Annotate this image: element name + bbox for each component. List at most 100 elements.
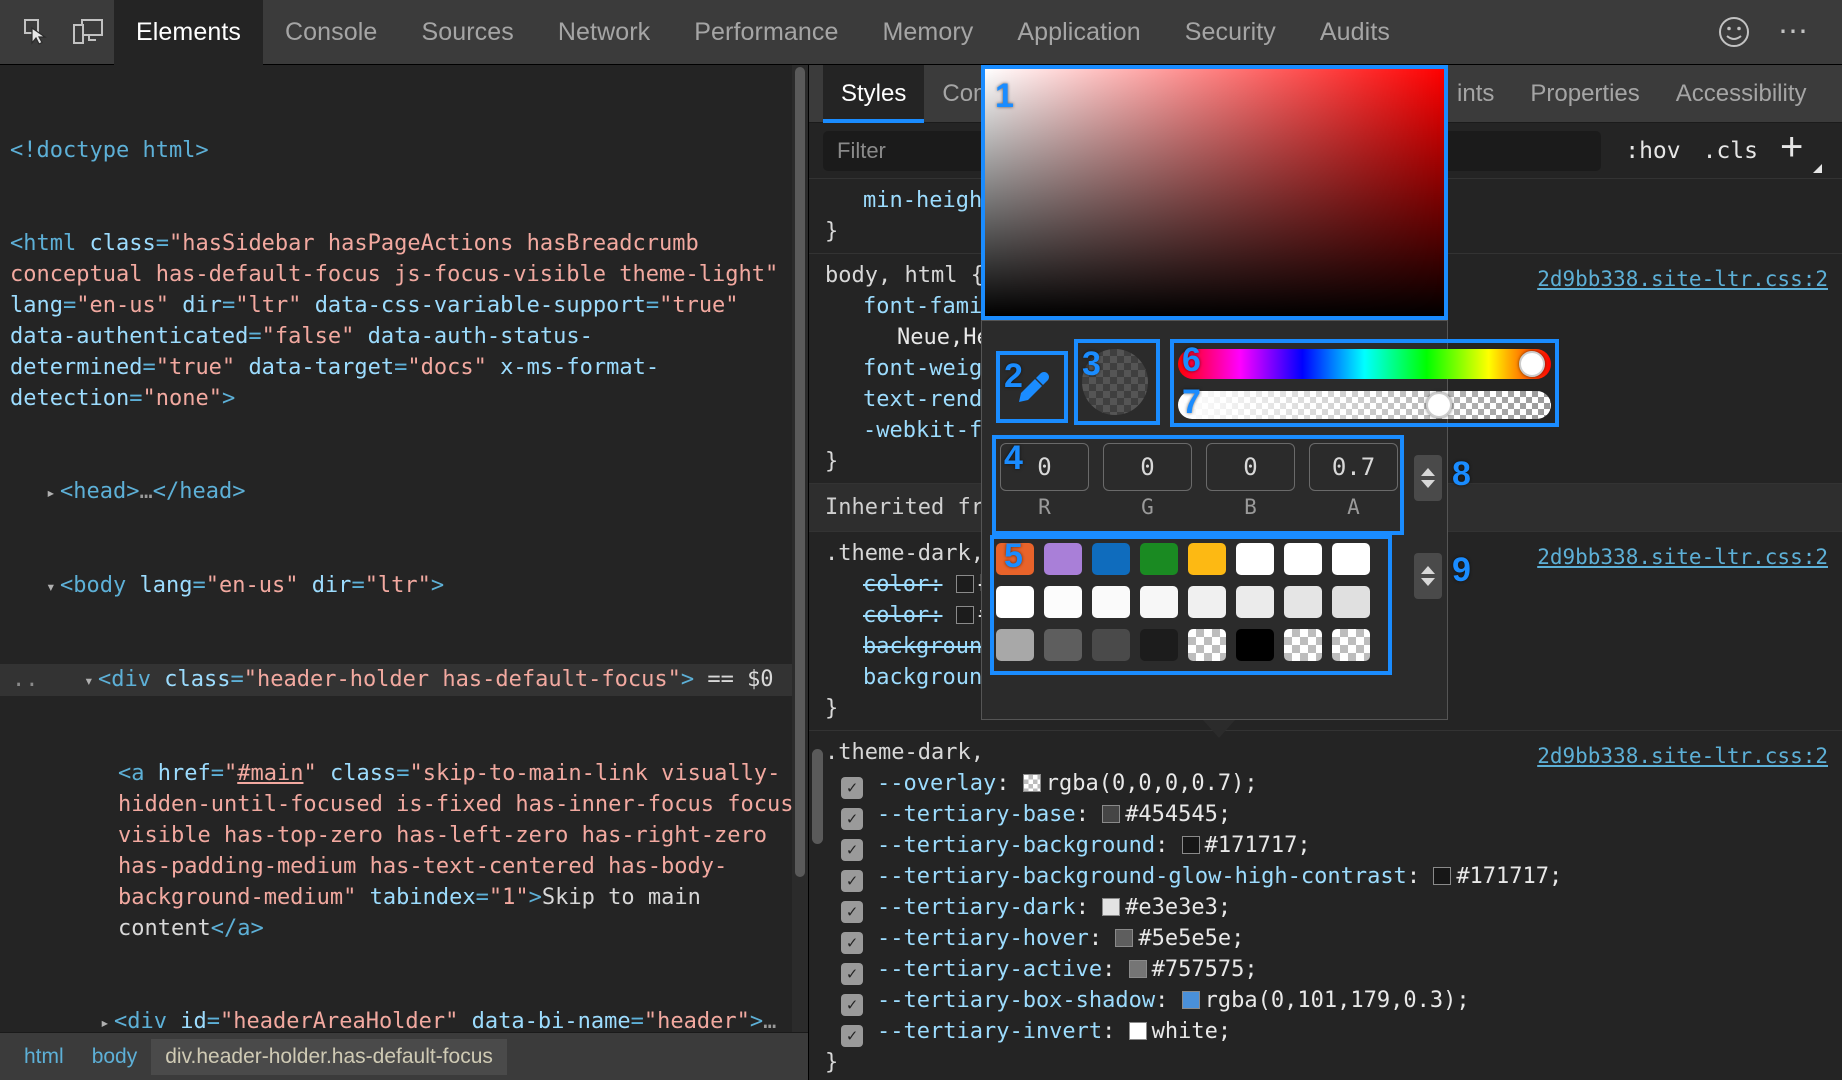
toggle-cls-button[interactable]: .cls xyxy=(1703,138,1758,164)
css-rule-theme-dark-root[interactable]: 2d9bb338.site-ltr.css:2 .theme-dark, ✓--… xyxy=(809,731,1842,1080)
css-variable-tertiary-background-glow-high-contrast[interactable]: ✓--tertiary-background-glow-high-contras… xyxy=(825,861,1842,892)
more-options-icon[interactable]: ⋯ xyxy=(1764,8,1824,56)
color-swatch[interactable] xyxy=(956,606,974,624)
color-swatch[interactable] xyxy=(956,575,974,593)
css-source-link[interactable]: 2d9bb338.site-ltr.css:2 xyxy=(1537,542,1828,573)
color-swatch[interactable] xyxy=(1102,805,1120,823)
css-var-value[interactable]: #171717; xyxy=(1205,833,1311,858)
color-swatch[interactable] xyxy=(1129,1022,1147,1040)
css-variable-tertiary-box-shadow[interactable]: ✓--tertiary-box-shadow: rgba(0,101,179,0… xyxy=(825,985,1842,1016)
styles-scrollbar[interactable] xyxy=(810,179,826,1080)
color-swatch[interactable] xyxy=(1433,867,1451,885)
declaration-checkbox[interactable]: ✓ xyxy=(841,870,863,892)
declaration-checkbox[interactable]: ✓ xyxy=(841,839,863,861)
tab-audits[interactable]: Audits xyxy=(1298,0,1412,65)
callout-6-label: 6 xyxy=(1182,343,1201,377)
color-swatch[interactable] xyxy=(1102,898,1120,916)
css-variable-tertiary-base[interactable]: ✓--tertiary-base: #454545; xyxy=(825,799,1842,830)
tab-performance[interactable]: Performance xyxy=(672,0,860,65)
css-var-value[interactable]: #5e5e5e; xyxy=(1138,926,1244,951)
new-style-rule-button[interactable]: + xyxy=(1780,131,1820,171)
color-swatch[interactable] xyxy=(1023,774,1041,792)
tab-styles[interactable]: Styles xyxy=(823,65,924,123)
css-var-value[interactable]: white; xyxy=(1152,1019,1231,1044)
css-var-value[interactable]: #e3e3e3; xyxy=(1125,895,1231,920)
declaration-checkbox[interactable]: ✓ xyxy=(841,901,863,923)
chevron-down-icon xyxy=(1421,480,1435,488)
css-var-value[interactable]: #454545; xyxy=(1125,802,1231,827)
css-var-name: --tertiary-base xyxy=(877,802,1076,827)
tab-application[interactable]: Application xyxy=(995,0,1162,65)
tab-security[interactable]: Security xyxy=(1163,0,1298,65)
css-var-name: --tertiary-dark xyxy=(877,895,1076,920)
css-variable-overlay[interactable]: ✓--overlay: rgba(0,0,0,0.7); xyxy=(825,768,1842,799)
dom-tree-scrollbar[interactable] xyxy=(792,65,808,1080)
css-var-name: --tertiary-invert xyxy=(877,1019,1102,1044)
dom-line-skip-link[interactable]: <a href="#main" class="skip-to-main-link… xyxy=(0,758,808,944)
color-spectrum[interactable] xyxy=(981,65,1448,320)
declaration-checkbox[interactable]: ✓ xyxy=(841,963,863,985)
css-var-value[interactable]: rgba(0,101,179,0.3); xyxy=(1205,988,1470,1013)
inspect-element-icon[interactable] xyxy=(10,8,62,56)
declaration-checkbox[interactable]: ✓ xyxy=(841,777,863,799)
css-variable-tertiary-hover[interactable]: ✓--tertiary-hover: #5e5e5e; xyxy=(825,923,1842,954)
declaration-checkbox[interactable]: ✓ xyxy=(841,808,863,830)
breadcrumb-item-body[interactable]: body xyxy=(78,1039,152,1075)
dom-scrollbar-thumb[interactable] xyxy=(795,67,805,877)
css-selector[interactable]: .theme-dark, xyxy=(825,541,984,566)
color-format-toggle[interactable] xyxy=(1414,455,1442,501)
palette-switcher[interactable] xyxy=(1414,553,1442,599)
color-picker-popover[interactable]: 1 2 3 6 7 xyxy=(981,65,1448,720)
styles-scrollbar-thumb[interactable] xyxy=(812,749,823,844)
color-swatch[interactable] xyxy=(1182,836,1200,854)
color-swatch[interactable] xyxy=(1182,991,1200,1009)
css-source-link[interactable]: 2d9bb338.site-ltr.css:2 xyxy=(1537,741,1828,772)
dom-line-html-open[interactable]: <html class="hasSidebar hasPageActions h… xyxy=(0,228,808,414)
devtools-window: Elements Console Sources Network Perform… xyxy=(0,0,1842,1080)
css-prop-name: color: xyxy=(863,603,942,628)
css-var-value[interactable]: rgba(0,0,0,0.7); xyxy=(1046,771,1258,796)
declaration-checkbox[interactable]: ✓ xyxy=(841,994,863,1016)
tab-properties[interactable]: Properties xyxy=(1512,65,1657,123)
callout-2-label: 2 xyxy=(1004,359,1023,393)
expand-triangle-icon[interactable]: ▸ xyxy=(46,477,60,508)
dom-line-doctype[interactable]: <!doctype html> xyxy=(0,135,808,166)
css-var-value[interactable]: #757575; xyxy=(1152,957,1258,982)
dom-tree[interactable]: <!doctype html> <html class="hasSidebar … xyxy=(0,65,808,1080)
tab-elements[interactable]: Elements xyxy=(114,0,263,65)
tab-dom-breakpoints[interactable]: ints xyxy=(1439,65,1512,123)
color-swatch[interactable] xyxy=(1115,929,1133,947)
css-selector[interactable]: .theme-dark, xyxy=(825,740,984,765)
tab-sources[interactable]: Sources xyxy=(399,0,535,65)
callout-5-highlight xyxy=(990,535,1392,675)
css-variable-tertiary-invert[interactable]: ✓--tertiary-invert: white; xyxy=(825,1016,1842,1047)
toggle-hov-button[interactable]: :hov xyxy=(1625,138,1680,164)
callout-4-highlight xyxy=(992,435,1404,535)
callout-4-label: 4 xyxy=(1004,441,1023,475)
css-var-value[interactable]: #171717; xyxy=(1456,864,1562,889)
css-variable-tertiary-dark[interactable]: ✓--tertiary-dark: #e3e3e3; xyxy=(825,892,1842,923)
feedback-smiley-icon[interactable] xyxy=(1704,8,1764,56)
chevron-up-icon xyxy=(1421,468,1435,476)
collapse-triangle-icon[interactable]: ▾ xyxy=(46,571,60,602)
declaration-checkbox[interactable]: ✓ xyxy=(841,1025,863,1047)
dom-line-header-holder[interactable]: ..▾<div class="header-holder has-default… xyxy=(0,664,808,696)
tab-memory[interactable]: Memory xyxy=(860,0,995,65)
css-variable-tertiary-background[interactable]: ✓--tertiary-background: #171717; xyxy=(825,830,1842,861)
css-selector[interactable]: body, html { xyxy=(825,263,984,288)
device-toolbar-icon[interactable] xyxy=(62,8,114,56)
css-var-name: --tertiary-box-shadow xyxy=(877,988,1155,1013)
css-source-link[interactable]: 2d9bb338.site-ltr.css:2 xyxy=(1537,264,1828,295)
tab-accessibility[interactable]: Accessibility xyxy=(1658,65,1825,123)
css-var-name: --overlay xyxy=(877,771,996,796)
breadcrumb-item-header-holder[interactable]: div.header-holder.has-default-focus xyxy=(151,1039,507,1075)
tab-network[interactable]: Network xyxy=(536,0,672,65)
dom-line-body-open[interactable]: ▾<body lang="en-us" dir="ltr"> xyxy=(0,570,808,602)
breadcrumb-item-html[interactable]: html xyxy=(10,1039,78,1075)
tab-console[interactable]: Console xyxy=(263,0,399,65)
collapse-triangle-icon[interactable]: ▾ xyxy=(84,665,98,696)
declaration-checkbox[interactable]: ✓ xyxy=(841,932,863,954)
css-variable-tertiary-active[interactable]: ✓--tertiary-active: #757575; xyxy=(825,954,1842,985)
color-swatch[interactable] xyxy=(1129,960,1147,978)
dom-line-head[interactable]: ▸<head>…</head> xyxy=(0,476,808,508)
